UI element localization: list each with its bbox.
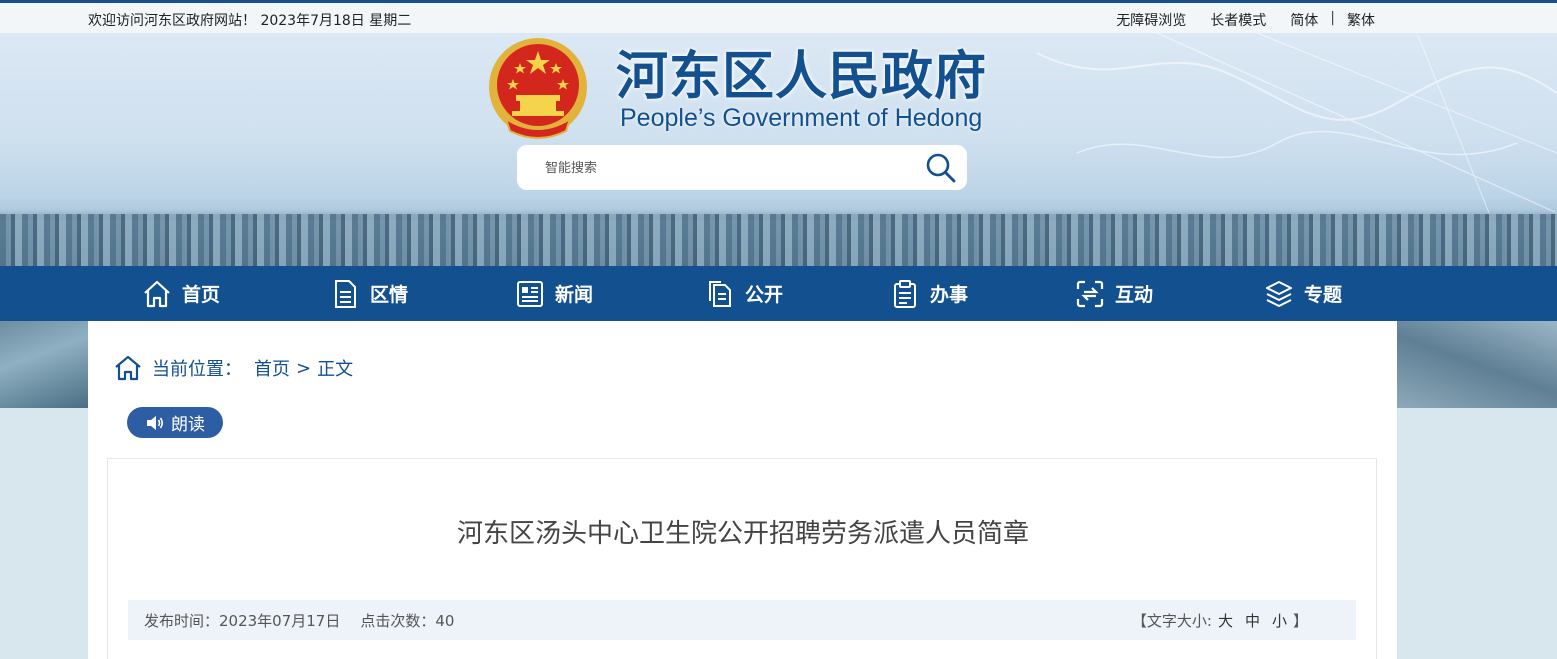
home-icon bbox=[144, 280, 170, 307]
main-nav: 首页 区情 新闻 公开 办事 互动 专题 bbox=[0, 266, 1557, 321]
elder-mode-link[interactable]: 长者模式 bbox=[1198, 10, 1278, 30]
breadcrumb: 当前位置： 首页 > 正文 bbox=[114, 355, 353, 381]
read-aloud-label: 朗读 bbox=[171, 415, 205, 435]
top-bar: 欢迎访问河东区政府网站！ 2023年7月18日 星期二 无障碍浏览 长者模式 简… bbox=[0, 0, 1557, 33]
nav-item-topics[interactable]: 专题 bbox=[1264, 266, 1342, 321]
home-icon bbox=[115, 355, 141, 381]
font-size-small-button[interactable]: 小 bbox=[1272, 610, 1287, 631]
nav-item-label: 首页 bbox=[182, 284, 221, 306]
national-emblem-icon bbox=[489, 38, 587, 139]
top-links: 无障碍浏览 长者模式 简体 | 繁体 bbox=[1104, 10, 1387, 30]
side-scenery-right bbox=[1397, 321, 1557, 408]
breadcrumb-label: 当前位置： bbox=[152, 359, 242, 380]
city-skyline bbox=[0, 214, 1557, 266]
welcome-text: 欢迎访问河东区政府网站！ 2023年7月18日 星期二 bbox=[88, 13, 412, 29]
simplified-link[interactable]: 简体 bbox=[1278, 10, 1330, 30]
side-scenery-left bbox=[0, 321, 88, 408]
clipboard-icon bbox=[894, 279, 916, 308]
map-decoration bbox=[1036, 33, 1557, 233]
font-size-large-button[interactable]: 大 bbox=[1218, 610, 1233, 631]
search-input[interactable] bbox=[545, 157, 905, 179]
breadcrumb-home-link[interactable]: 首页 bbox=[254, 355, 290, 381]
nav-item-public[interactable]: 公开 bbox=[705, 266, 783, 321]
click-count: 点击次数：40 bbox=[360, 612, 455, 630]
interact-icon bbox=[1076, 280, 1104, 307]
nav-item-interact[interactable]: 互动 bbox=[1075, 266, 1153, 321]
font-size-label: 【文字大小: bbox=[1131, 612, 1212, 630]
speaker-icon bbox=[147, 415, 164, 430]
files-icon bbox=[709, 280, 731, 307]
nav-item-label: 专题 bbox=[1304, 284, 1343, 306]
document-icon bbox=[335, 279, 356, 308]
breadcrumb-separator: > bbox=[296, 357, 312, 379]
news-icon bbox=[517, 280, 543, 307]
site-subtitle: People’s Government of Hedong bbox=[620, 104, 983, 132]
nav-item-home[interactable]: 首页 bbox=[142, 266, 220, 321]
read-aloud-button[interactable]: 朗读 bbox=[127, 407, 223, 438]
font-size-medium-button[interactable]: 中 bbox=[1245, 610, 1260, 631]
accessible-browse-link[interactable]: 无障碍浏览 bbox=[1104, 10, 1198, 30]
nav-item-label: 办事 bbox=[930, 284, 969, 306]
content-panel: 当前位置： 首页 > 正文 朗读 河东区汤头中心卫生院公开招聘劳务派遣人员简章 … bbox=[88, 321, 1397, 659]
nav-item-district[interactable]: 区情 bbox=[330, 266, 408, 321]
nav-item-news[interactable]: 新闻 bbox=[515, 266, 593, 321]
layers-icon bbox=[1266, 280, 1292, 307]
site-title: 河东区人民政府 bbox=[616, 48, 988, 106]
traditional-link[interactable]: 繁体 bbox=[1335, 10, 1387, 30]
nav-item-label: 新闻 bbox=[555, 284, 594, 306]
nav-item-label: 互动 bbox=[1115, 284, 1154, 306]
publish-time: 发布时间：2023年07月17日 bbox=[144, 612, 341, 630]
article-box: 河东区汤头中心卫生院公开招聘劳务派遣人员简章 发布时间：2023年07月17日 … bbox=[107, 458, 1377, 659]
nav-item-label: 区情 bbox=[370, 284, 409, 306]
breadcrumb-current[interactable]: 正文 bbox=[317, 355, 353, 381]
article-title: 河东区汤头中心卫生院公开招聘劳务派遣人员简章 bbox=[456, 519, 1029, 549]
font-size-close: 】 bbox=[1292, 612, 1308, 630]
nav-item-services[interactable]: 办事 bbox=[890, 266, 968, 321]
search-icon[interactable] bbox=[925, 152, 957, 184]
nav-item-label: 公开 bbox=[745, 284, 784, 306]
article-meta: 发布时间：2023年07月17日 点击次数：40 【文字大小: 大 中 小 】 bbox=[128, 600, 1356, 640]
header-banner: 河东区人民政府 People’s Government of Hedong bbox=[0, 33, 1557, 266]
search-box bbox=[517, 145, 967, 190]
